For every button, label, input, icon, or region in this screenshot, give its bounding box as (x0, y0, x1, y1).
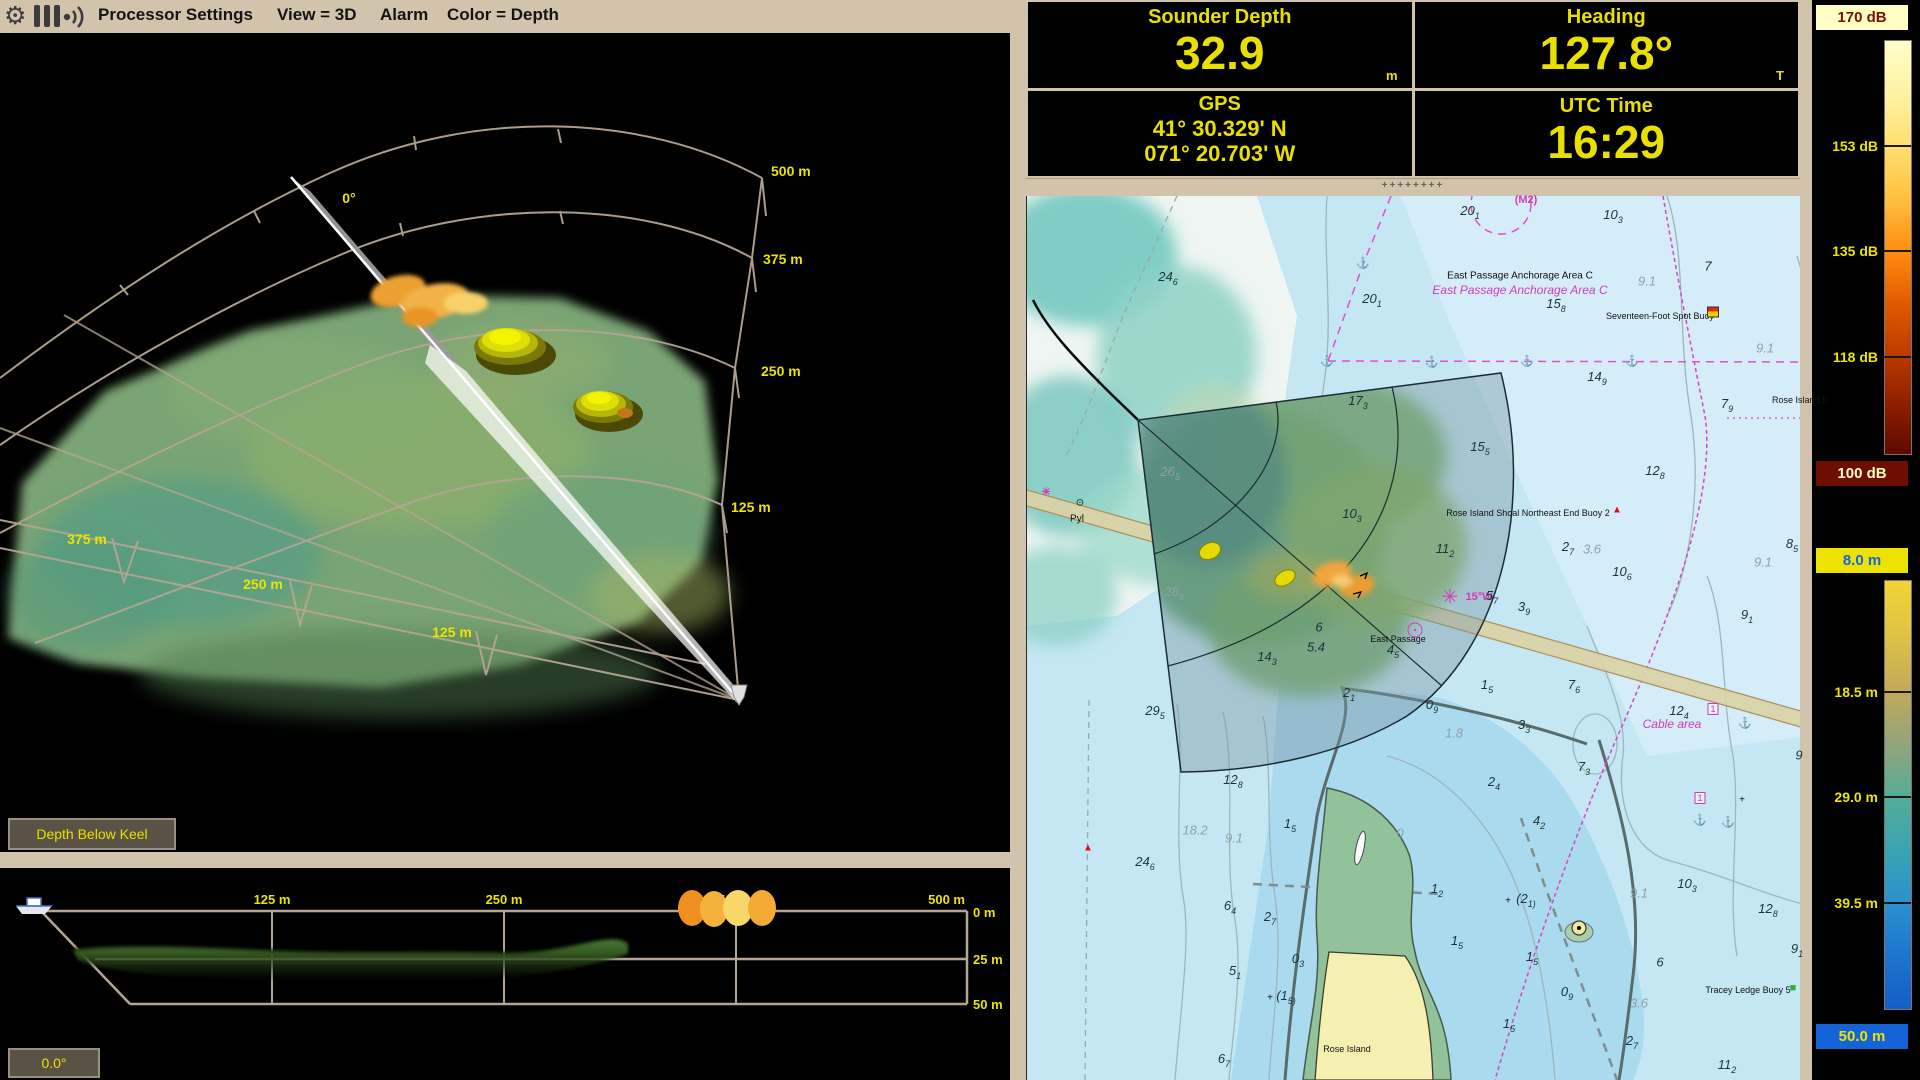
horizontal-splitter[interactable] (0, 852, 1010, 868)
gps-cell: GPS 41° 30.329' N 071° 20.703' W (1028, 91, 1412, 177)
seafloor-surface-3d (8, 295, 730, 718)
sounder-depth-value: 32.9 (1028, 29, 1412, 77)
heading-unit: T (1776, 68, 1784, 83)
ownship-marker-3d (731, 685, 747, 705)
vertical-splitter[interactable] (1010, 0, 1026, 1080)
depth-below-keel-button[interactable]: Depth Below Keel (8, 818, 176, 850)
heading-label: Heading (1415, 6, 1799, 29)
db-scale-min: 100 dB (1816, 461, 1908, 486)
heading-value: 127.8° (1415, 29, 1799, 77)
heading-cell: Heading 127.8° T (1415, 2, 1799, 88)
profile-depth-50: 50 m (973, 997, 1003, 1012)
sonar-3d-view[interactable] (0, 33, 1010, 852)
ownship-marker-profile (16, 898, 52, 914)
utc-time-label: UTC Time (1415, 95, 1799, 118)
chart-graphics (1027, 196, 1811, 1080)
splitter-grip: ++++++++ (1382, 180, 1445, 191)
menu-processor-settings[interactable]: Processor Settings (98, 5, 253, 25)
sounder-depth-unit: m (1386, 68, 1398, 83)
sonar-application-window: ⚙ Processor Settings View = 3D Alarm Col… (0, 0, 1920, 1080)
sound-icon[interactable] (62, 6, 88, 28)
menu-view-mode[interactable]: View = 3D (277, 5, 357, 25)
profile-range-500: 500 m (928, 892, 965, 907)
menu-bar: ⚙ Processor Settings View = 3D Alarm Col… (0, 0, 1010, 33)
panel-splitter[interactable]: ++++++++ (1026, 178, 1800, 198)
menu-color-mode[interactable]: Color = Depth (447, 5, 559, 25)
profile-angle-button[interactable]: 0.0° (8, 1048, 100, 1078)
sounder-depth-cell: Sounder Depth 32.9 m (1028, 2, 1412, 88)
gps-label: GPS (1028, 93, 1412, 116)
profile-range-125: 125 m (254, 892, 291, 907)
gps-latitude: 41° 30.329' N (1028, 116, 1412, 142)
profile-seafloor (73, 939, 628, 982)
profile-range-250: 250 m (486, 892, 523, 907)
nautical-chart[interactable] (1026, 196, 1811, 1080)
gps-longitude: 071° 20.703' W (1028, 141, 1412, 167)
sounder-depth-label: Sounder Depth (1028, 6, 1412, 29)
depth-scale-gradient (1884, 580, 1912, 1010)
profile-view[interactable]: 125 m 250 m 375 m 500 m 0 m 25 m 50 m (0, 868, 1010, 1080)
utc-time-cell: UTC Time 16:29 (1415, 91, 1799, 177)
gear-icon[interactable]: ⚙ (4, 1, 26, 31)
depth-scale-bottom: 50.0 m (1816, 1024, 1908, 1049)
depth-scale-top: 8.0 m (1816, 548, 1908, 573)
profile-depth-0: 0 m (973, 905, 995, 920)
right-splitter[interactable] (1800, 0, 1812, 1080)
bars-icon[interactable] (34, 5, 60, 27)
utc-time-value: 16:29 (1415, 118, 1799, 166)
instrument-panel: Sounder Depth 32.9 m Heading 127.8° T GP… (1026, 0, 1800, 178)
profile-depth-25: 25 m (973, 952, 1003, 967)
db-scale-max: 170 dB (1816, 5, 1908, 30)
menu-alarm[interactable]: Alarm (380, 5, 428, 25)
db-scale-gradient (1884, 40, 1912, 455)
